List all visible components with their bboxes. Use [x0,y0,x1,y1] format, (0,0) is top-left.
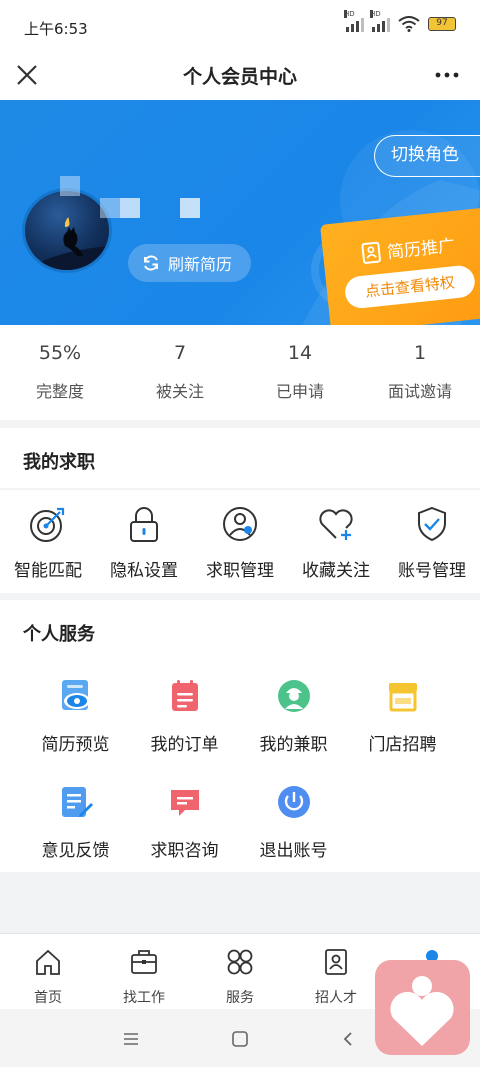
service-part-time[interactable]: 我的兼职 [239,660,348,766]
feedback-icon [61,787,93,817]
refresh-resume-button[interactable]: 刷新简历 [128,244,251,282]
shield-check-icon [418,506,446,542]
stat-interviews[interactable]: 1 面试邀请 [360,325,480,420]
profile-hero: 切换角色 刷新简历 简历推广 点击查看特权 [0,100,480,325]
avatar-image [25,217,109,270]
more-icon[interactable] [432,62,462,88]
service-feedback[interactable]: 意见反馈 [21,766,130,872]
briefcase-icon [131,950,157,974]
home-button-icon[interactable] [231,1030,249,1048]
service-logout[interactable]: 退出账号 [239,766,348,872]
promo-title: 简历推广 [360,231,456,266]
menu-icon[interactable] [122,1031,140,1047]
refresh-label: 刷新简历 [168,255,233,274]
job-menu: 智能匹配 隐私设置 求职管理 收藏关注 账号管理 [0,490,480,593]
promo-privileges-button[interactable]: 点击查看特权 [343,264,477,310]
masked-name [180,198,200,218]
heart-plus-icon [319,509,353,540]
battery-icon: 97 [428,17,456,31]
section-title: 个人服务 [23,624,95,645]
menu-favorites[interactable]: 收藏关注 [288,490,384,593]
page-title: 个人会员中心 [182,66,297,88]
stat-completeness[interactable]: 55% 完整度 [0,325,120,420]
back-icon[interactable] [340,1030,356,1048]
resume-promo-card[interactable]: 简历推广 点击查看特权 [320,206,480,325]
stats-bar: 55% 完整度 7 被关注 14 已申请 1 面试邀请 [0,325,480,420]
tab-recruit[interactable]: 招人才 [288,934,384,1009]
tab-services[interactable]: 服务 [192,934,288,1009]
home-icon [36,949,60,975]
masked-name [60,176,80,196]
status-icons: HD HD 97 [344,10,456,32]
user-gear-icon [223,507,257,541]
section-services: 个人服务 [0,600,480,660]
wifi-icon [398,16,420,32]
signal-icon: HD [370,10,390,32]
tab-home[interactable]: 首页 [0,934,96,1009]
avatar[interactable] [22,188,112,273]
section-title: 我的求职 [23,452,95,473]
service-my-orders[interactable]: 我的订单 [130,660,239,766]
store-icon [388,683,417,712]
status-bar: 上午6:53 HD HD 97 [0,0,480,50]
refresh-icon [144,255,158,271]
tab-find-job[interactable]: 找工作 [96,934,192,1009]
menu-job-manage[interactable]: 求职管理 [192,490,288,593]
chat-icon [170,790,199,816]
heart-icon [390,976,454,1046]
grid-icon [227,949,253,975]
worker-icon [277,680,310,712]
signal-icon: HD [344,10,364,32]
section-my-job: 我的求职 [0,428,480,488]
stat-followed[interactable]: 7 被关注 [120,325,240,420]
target-icon [30,507,65,542]
title-bar: 个人会员中心 [0,50,480,100]
switch-role-button[interactable]: 切换角色 [374,135,480,177]
stat-applied[interactable]: 14 已申请 [240,325,360,420]
status-time: 上午6:53 [24,20,88,38]
services-menu: 简历预览 我的订单 我的兼职 门店招聘 意见反馈 求职咨询 退出账号 [0,660,480,872]
masked-name [100,198,120,218]
service-resume-preview[interactable]: 简历预览 [21,660,130,766]
order-icon [171,680,198,711]
menu-privacy[interactable]: 隐私设置 [96,490,192,593]
lock-icon [130,507,158,542]
service-consult[interactable]: 求职咨询 [130,766,239,872]
floating-heart-widget[interactable] [375,960,470,1055]
menu-account[interactable]: 账号管理 [384,490,480,593]
resume-icon [361,241,381,264]
service-store-recruit[interactable]: 门店招聘 [348,660,457,766]
resume-eye-icon [61,680,90,710]
masked-name [120,198,140,218]
recruit-icon [325,949,347,975]
menu-smart-match[interactable]: 智能匹配 [0,490,96,593]
power-icon [277,786,310,818]
